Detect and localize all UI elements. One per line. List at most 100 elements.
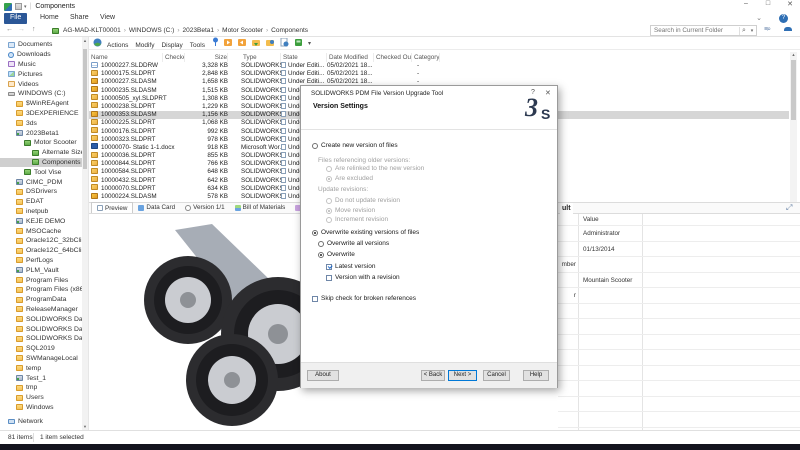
- tree-item-dsdrivers[interactable]: DSDrivers: [0, 187, 82, 197]
- search-caret-icon[interactable]: ▾: [748, 28, 756, 34]
- tree-item-sql2019[interactable]: SQL2019: [0, 344, 82, 354]
- forward-button[interactable]: →: [18, 26, 25, 33]
- scrollbar-thumb[interactable]: [791, 60, 796, 120]
- radio-control[interactable]: [326, 217, 332, 223]
- tree-item-videos[interactable]: Videos: [0, 79, 82, 89]
- tree-item-downloads[interactable]: Downloads: [0, 50, 82, 60]
- breadcrumb[interactable]: AG-MAD-KLT00001›WINDOWS (C:)›2023Beta1›M…: [63, 27, 308, 34]
- tree-item-keje-demo[interactable]: KEJE DEMO: [0, 216, 82, 226]
- dialog-radio-move-revision[interactable]: Move revision: [326, 207, 375, 214]
- tree-item-3dexperience[interactable]: 3DEXPERIENCE: [0, 109, 82, 119]
- column-header-name[interactable]: Name: [89, 53, 163, 62]
- radio-control[interactable]: [326, 176, 332, 182]
- expand-preview-icon[interactable]: ⤢: [786, 203, 792, 213]
- tree-item-programdata[interactable]: ProgramData: [0, 295, 82, 305]
- pin-icon[interactable]: [212, 34, 219, 52]
- dialog-checkbox-version-with-a-revision[interactable]: Version with a revision: [326, 274, 400, 281]
- search-input[interactable]: [651, 27, 739, 34]
- dialog-button-cancel[interactable]: Cancel: [483, 370, 510, 381]
- checkbox-control[interactable]: [312, 296, 318, 302]
- check-in-icon[interactable]: [238, 34, 247, 52]
- tree-item-solidworks-data-3-[interactable]: SOLIDWORKS Data (3): [0, 334, 82, 344]
- dialog-button--back[interactable]: < Back: [421, 370, 445, 381]
- quick-access-icon[interactable]: [15, 3, 22, 10]
- tree-item-windows[interactable]: Windows: [0, 403, 82, 413]
- toolbar-overflow-icon[interactable]: ▾: [308, 40, 311, 47]
- tab-file[interactable]: File: [4, 13, 27, 24]
- back-button[interactable]: ←: [6, 26, 13, 33]
- dialog-checkbox-skip-check-for-broken-references[interactable]: Skip check for broken references: [312, 295, 416, 302]
- dialog-button-help[interactable]: Help: [523, 370, 549, 381]
- tree-item-inetpub[interactable]: inetpub: [0, 207, 82, 217]
- dialog-button-about[interactable]: About: [307, 370, 339, 381]
- radio-control[interactable]: [318, 252, 324, 258]
- scroll-up-icon[interactable]: ▲: [790, 52, 797, 57]
- tree-item-alternate-sizes[interactable]: Alternate Sizes: [0, 148, 82, 158]
- dialog-radio-are-excluded[interactable]: Are excluded: [326, 175, 373, 182]
- pdm-menu-modify[interactable]: Modify: [135, 42, 154, 49]
- tree-item-components[interactable]: Components: [0, 158, 82, 168]
- column-header-size[interactable]: Size: [185, 53, 228, 62]
- dialog-radio-create-new-version-of-files[interactable]: Create new version of files: [312, 142, 398, 149]
- get-version-icon[interactable]: [266, 34, 275, 52]
- tab-view[interactable]: View: [94, 13, 121, 24]
- column-header-checked-out-in[interactable]: Checked Out In: [374, 53, 412, 62]
- radio-control[interactable]: [326, 208, 332, 214]
- radio-control[interactable]: [326, 166, 332, 172]
- column-header-checked-out-by[interactable]: Checked Out By: [163, 53, 185, 62]
- checkbox-control[interactable]: [326, 275, 332, 281]
- dialog-radio-overwrite-all-versions[interactable]: Overwrite all versions: [318, 240, 389, 247]
- tree-item-tool-vise[interactable]: Tool Vise: [0, 167, 82, 177]
- tree-item-solidworks-data-2-[interactable]: SOLIDWORKS Data (2): [0, 324, 82, 334]
- tree-item-msocache[interactable]: MSOCache: [0, 226, 82, 236]
- tree-item-music[interactable]: Music: [0, 60, 82, 70]
- panel-tab-data-card[interactable]: Data Card: [133, 202, 180, 213]
- tree-item-oracle12c-64bcli[interactable]: Oracle12C_64bCli: [0, 246, 82, 256]
- tab-share[interactable]: Share: [64, 13, 95, 24]
- tree-item-solidworks-data[interactable]: SOLIDWORKS Data: [0, 314, 82, 324]
- close-button[interactable]: ✕: [784, 0, 796, 8]
- tab-home[interactable]: Home: [34, 13, 65, 24]
- search-icon[interactable]: ⌕: [739, 27, 748, 35]
- panel-tab-bill-of-materials[interactable]: Bill of Materials: [230, 202, 291, 213]
- tree-item-oracle12c-32bcli[interactable]: Oracle12C_32bCli: [0, 236, 82, 246]
- breadcrumb-segment[interactable]: Motor Scooter: [222, 27, 263, 34]
- pdm-menu-display[interactable]: Display: [161, 42, 182, 49]
- radio-control[interactable]: [312, 230, 318, 236]
- tree-item-motor-scooter[interactable]: Motor Scooter: [0, 138, 82, 148]
- breadcrumb-segment[interactable]: 2023Beta1: [183, 27, 214, 34]
- breadcrumb-segment[interactable]: WINDOWS (C:): [129, 27, 175, 34]
- search-options-icon[interactable]: ≡⌕: [764, 26, 770, 34]
- tree-item-perflogs[interactable]: PerfLogs: [0, 256, 82, 266]
- column-header-category[interactable]: Category: [412, 53, 440, 62]
- tree-item-windows-c-[interactable]: WINDOWS (C:): [0, 89, 82, 99]
- check-out-icon[interactable]: [224, 34, 233, 52]
- user-icon[interactable]: [784, 26, 793, 35]
- radio-control[interactable]: [312, 143, 318, 149]
- pdm-menu-tools[interactable]: Tools: [190, 42, 205, 49]
- pdm-menu-actions[interactable]: Actions: [107, 42, 128, 49]
- file-row[interactable]: 10000175.SLDPRT2,848 KBSOLIDWORKS...Unde…: [89, 70, 789, 78]
- dialog-radio-do-not-update-revision[interactable]: Do not update revision: [326, 197, 400, 204]
- checkbox-control[interactable]: [326, 264, 332, 270]
- tree-item--winreagent[interactable]: $WinREAgent: [0, 99, 82, 109]
- column-header-type[interactable]: Type: [241, 53, 281, 62]
- file-row[interactable]: 10000227.SLDDRW3,328 KBSOLIDWORKS...Unde…: [89, 62, 789, 70]
- dialog-radio-are-relinked-to-the-new-version[interactable]: Are relinked to the new version: [326, 165, 424, 172]
- tree-item-program-files[interactable]: Program Files: [0, 275, 82, 285]
- vault-home-icon[interactable]: [93, 34, 102, 52]
- panel-tab-preview[interactable]: Preview: [91, 202, 133, 213]
- maximize-button[interactable]: □: [762, 0, 774, 8]
- radio-control[interactable]: [318, 241, 324, 247]
- history-icon[interactable]: [280, 34, 289, 52]
- tree-item-3ds[interactable]: 3ds: [0, 118, 82, 128]
- breadcrumb-segment[interactable]: AG-MAD-KLT00001: [63, 27, 121, 34]
- file-list-header[interactable]: NameChecked Out BySizeTypeStateDate Modi…: [89, 52, 539, 62]
- dialog-radio-increment-revision[interactable]: Increment revision: [326, 216, 388, 223]
- tree-item-users[interactable]: Users: [0, 393, 82, 403]
- tree-item-tmp[interactable]: tmp: [0, 383, 82, 393]
- tree-item-releasemanager[interactable]: ReleaseManager: [0, 305, 82, 315]
- ribbon-collapse-icon[interactable]: ⌄: [756, 14, 762, 22]
- tree-item-temp[interactable]: temp: [0, 363, 82, 373]
- tree-item-plm-vault[interactable]: PLM_Vault: [0, 265, 82, 275]
